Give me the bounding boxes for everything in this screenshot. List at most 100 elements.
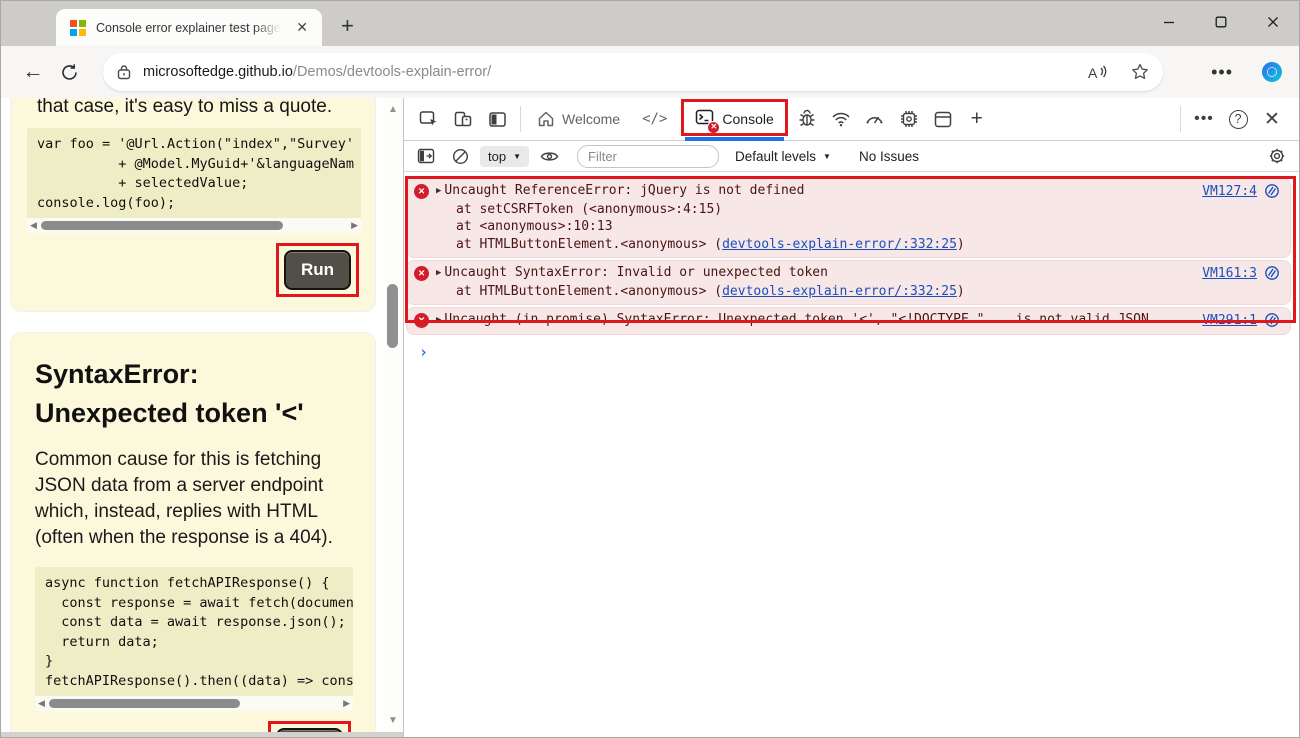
error-card-1: that case, it's easy to miss a quote. va… xyxy=(11,98,375,311)
card2-code: async function fetchAPIResponse() { cons… xyxy=(35,567,353,696)
scroll-up-icon[interactable]: ▲ xyxy=(383,104,403,115)
refresh-button[interactable] xyxy=(51,54,87,90)
back-button[interactable]: ← xyxy=(15,54,51,90)
clear-console-icon[interactable] xyxy=(446,143,474,169)
scroll-down-icon[interactable]: ▼ xyxy=(383,715,403,726)
lock-icon xyxy=(117,64,131,80)
svg-text:A: A xyxy=(1088,65,1098,81)
log-levels-selector[interactable]: Default levels ▼ xyxy=(735,149,831,164)
console-error-row: ✕▶Uncaught ReferenceError: jQuery is not… xyxy=(406,178,1291,258)
console-output: ✕▶Uncaught ReferenceError: jQuery is not… xyxy=(404,172,1299,737)
favorites-star-icon[interactable] xyxy=(1131,63,1149,81)
browser-tab[interactable]: Console error explainer test page ✕ xyxy=(56,9,322,46)
error-message: Uncaught (in promise) SyntaxError: Unexp… xyxy=(444,311,1148,330)
minimize-button[interactable] xyxy=(1143,1,1195,43)
browser-window: Console error explainer test page ✕ + ← … xyxy=(0,0,1300,738)
card2-horizontal-scrollbar[interactable]: ◀ ▶ xyxy=(35,696,353,711)
issues-counter[interactable]: No Issues xyxy=(859,149,919,164)
devtools-tab-bar: Welcome </> ✕ Console xyxy=(404,98,1299,141)
network-icon[interactable] xyxy=(824,102,858,136)
devtools-menu-icon[interactable]: ••• xyxy=(1187,102,1221,136)
console-error-row: ✕ ▶Uncaught SyntaxError: Invalid or unexp… xyxy=(406,260,1291,305)
scrollbar-thumb[interactable] xyxy=(387,284,398,348)
explain-in-copilot-icon[interactable] xyxy=(1264,312,1280,328)
expand-triangle-icon[interactable]: ▶ xyxy=(436,312,441,330)
context-selector[interactable]: top ▼ xyxy=(480,146,529,167)
tab-console[interactable]: ✕ Console xyxy=(681,98,787,141)
browser-menu-icon[interactable]: ••• xyxy=(1211,62,1233,83)
card2-paragraph: Common cause for this is fetching JSON d… xyxy=(35,447,353,551)
console-error-row: ✕ ▶Uncaught (in promise) SyntaxError: Une… xyxy=(406,307,1291,335)
tab-close-icon[interactable]: ✕ xyxy=(292,19,312,36)
scrollbar-thumb[interactable] xyxy=(41,221,283,230)
stack-source-link[interactable]: devtools-explain-error/:332:25 xyxy=(722,237,957,252)
scroll-left-icon[interactable]: ◀ xyxy=(38,699,45,708)
context-selector-value: top xyxy=(488,149,506,164)
scroll-right-icon[interactable]: ▶ xyxy=(343,699,350,708)
tab-welcome[interactable]: Welcome xyxy=(527,98,630,141)
close-window-button[interactable] xyxy=(1247,1,1299,43)
home-icon xyxy=(537,110,555,128)
url-text: microsoftedge.github.io/Demos/devtools-e… xyxy=(143,64,491,80)
inspect-element-icon[interactable] xyxy=(412,102,446,136)
scroll-left-icon[interactable]: ◀ xyxy=(30,221,37,230)
annotation-box-run2: Run xyxy=(268,721,351,732)
microsoft-logo-icon xyxy=(70,20,86,36)
window-bottom-edge xyxy=(1,732,403,737)
console-settings-gear-icon[interactable] xyxy=(1263,143,1291,169)
application-icon[interactable] xyxy=(926,102,960,136)
browser-toolbar: ← microsoftedge.github.io/Demos/devtools… xyxy=(1,46,1299,98)
card1-intro-text: that case, it's easy to miss a quote. xyxy=(27,98,361,118)
error-message: Uncaught ReferenceError: jQuery is not d… xyxy=(444,182,804,201)
scroll-right-icon[interactable]: ▶ xyxy=(351,221,358,230)
tab-title: Console error explainer test page xyxy=(96,21,281,35)
debugger-bug-icon[interactable] xyxy=(790,102,824,136)
device-emulation-icon[interactable] xyxy=(446,102,480,136)
dock-side-icon[interactable] xyxy=(480,102,514,136)
filter-input[interactable] xyxy=(577,145,719,168)
error-icon: ✕ xyxy=(414,313,429,328)
error-icon: ✕ xyxy=(414,266,429,281)
explain-in-copilot-icon[interactable] xyxy=(1264,265,1280,281)
annotation-box-run1: Run xyxy=(276,243,359,297)
chevron-down-icon: ▼ xyxy=(823,152,831,161)
live-expression-eye-icon[interactable] xyxy=(535,143,563,169)
help-icon[interactable]: ? xyxy=(1221,102,1255,136)
expand-triangle-icon[interactable]: ▶ xyxy=(436,265,441,283)
new-tab-button[interactable]: + xyxy=(341,13,354,39)
tab-console-label: Console xyxy=(722,111,773,127)
card1-horizontal-scrollbar[interactable]: ◀ ▶ xyxy=(27,218,361,233)
console-prompt-chevron[interactable]: › xyxy=(419,343,1299,361)
explain-in-copilot-icon[interactable] xyxy=(1264,183,1280,199)
vm-source-link[interactable]: VM161:3 xyxy=(1202,266,1257,281)
performance-icon[interactable] xyxy=(858,102,892,136)
address-bar[interactable]: microsoftedge.github.io/Demos/devtools-e… xyxy=(103,53,1163,91)
chevron-down-icon: ▼ xyxy=(513,152,521,161)
stack-frame: at <anonymous>:10:13 xyxy=(436,218,1190,236)
scrollbar-thumb[interactable] xyxy=(49,699,241,708)
close-devtools-icon[interactable]: ✕ xyxy=(1255,102,1289,136)
log-levels-value: Default levels xyxy=(735,149,816,164)
page-content-pane: that case, it's easy to miss a quote. va… xyxy=(1,98,404,737)
run-button-1[interactable]: Run xyxy=(284,250,351,290)
vm-source-link[interactable]: VM291:1 xyxy=(1202,313,1257,328)
more-tools-icon[interactable]: + xyxy=(960,102,994,136)
copilot-icon[interactable] xyxy=(1259,59,1285,85)
card1-code-block: var foo = '@Url.Action("index","Survey' … xyxy=(27,128,361,233)
read-aloud-icon[interactable]: A xyxy=(1088,64,1109,81)
card2-heading: SyntaxError: Unexpected token '<' xyxy=(35,355,353,433)
page-vertical-scrollbar[interactable]: ▲ ▼ xyxy=(383,98,403,732)
vm-source-link[interactable]: VM127:4 xyxy=(1202,184,1257,199)
console-sidebar-icon[interactable] xyxy=(412,143,440,169)
title-bar: Console error explainer test page ✕ + xyxy=(1,1,1299,46)
memory-icon[interactable] xyxy=(892,102,926,136)
expand-triangle-icon[interactable]: ▶ xyxy=(436,183,441,201)
stack-source-link[interactable]: devtools-explain-error/:332:25 xyxy=(722,284,957,299)
tab-sources-icon[interactable]: </> xyxy=(630,98,679,141)
card1-code: var foo = '@Url.Action("index","Survey' … xyxy=(27,128,361,218)
error-message: Uncaught SyntaxError: Invalid or unexpec… xyxy=(444,264,828,283)
error-card-2: SyntaxError: Unexpected token '<' Common… xyxy=(11,333,375,732)
stack-frame: at HTMLButtonElement.<anonymous> (devtoo… xyxy=(436,236,1190,254)
console-toolbar: top ▼ Default levels ▼ No Issues xyxy=(404,141,1299,172)
maximize-button[interactable] xyxy=(1195,1,1247,43)
